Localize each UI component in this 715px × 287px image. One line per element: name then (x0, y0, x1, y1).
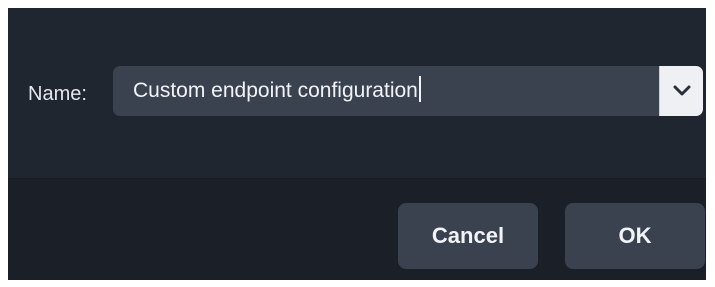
name-combobox[interactable]: Custom endpoint configuration (113, 66, 703, 116)
name-label: Name: (28, 83, 87, 105)
text-cursor (418, 76, 421, 103)
name-dropdown-button[interactable] (659, 66, 703, 116)
name-input[interactable]: Custom endpoint configuration (113, 66, 659, 116)
name-dialog: Name: Custom endpoint configuration Canc… (8, 8, 706, 280)
name-input-text: Custom endpoint configuration (133, 79, 418, 102)
ok-button[interactable]: OK (565, 203, 705, 269)
cancel-button[interactable]: Cancel (398, 203, 538, 269)
dialog-body: Name: Custom endpoint configuration (8, 8, 706, 179)
chevron-down-icon (673, 85, 691, 97)
